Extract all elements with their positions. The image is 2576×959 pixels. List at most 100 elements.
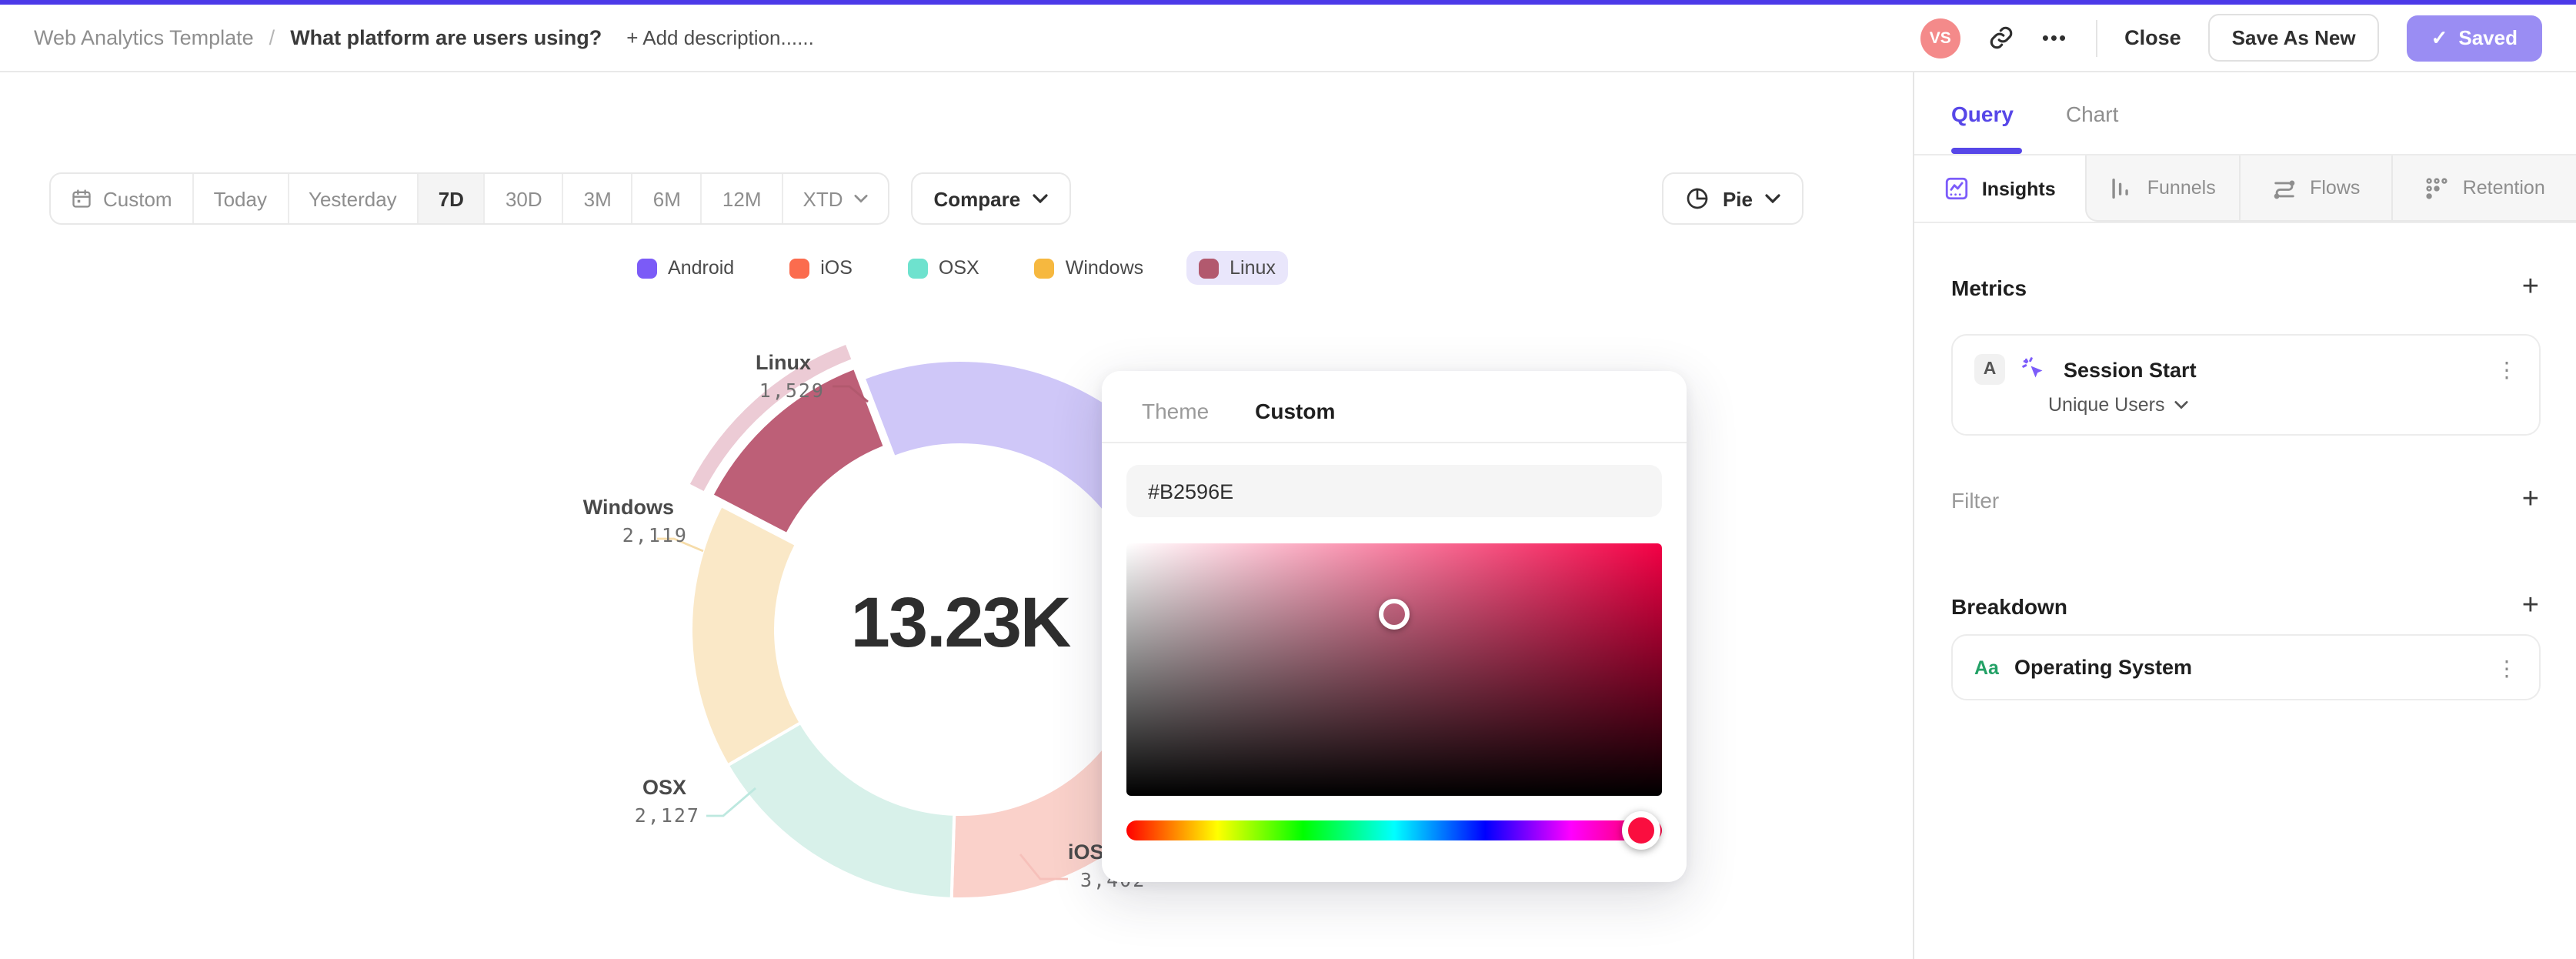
series-letter-badge: A [1974,354,2005,385]
save-as-new-button[interactable]: Save As New [2208,14,2379,62]
donut-total: 13.23K [850,582,1072,662]
page-title[interactable]: What platform are users using? [290,26,602,49]
add-filter-button[interactable]: + [2522,485,2539,514]
range-custom[interactable]: Custom [51,174,192,223]
compare-label: Compare [933,187,1021,210]
legend-label: Android [668,257,735,279]
chart-legend: Android iOS OSX Windows Linux [0,251,1913,285]
legend-label: iOS [820,257,853,279]
filter-header: Filter + [1914,485,2576,514]
legend-swatch [789,258,810,278]
filter-title: Filter [1951,487,2000,512]
hex-color-input[interactable]: #B2596E [1126,465,1662,517]
aggregation-label: Unique Users [2048,394,2165,416]
saturation-value-area[interactable] [1126,543,1662,796]
property-type-badge: Aa [1974,657,1999,678]
metric-event-name[interactable]: Session Start [2064,358,2197,381]
range-yesterday[interactable]: Yesterday [287,174,417,223]
range-today[interactable]: Today [192,174,287,223]
slice-label-windows: Windows 2,119 [516,494,688,550]
breakdown-kebab-icon[interactable]: ⋮ [2496,657,2518,678]
metrics-title: Metrics [1951,275,2027,299]
breakdown-property[interactable]: Operating System [2014,656,2192,679]
slice-label-name: OSX [642,776,686,799]
subtab-insights[interactable]: Insights [1914,155,2085,222]
chevron-down-icon [1033,194,1048,203]
event-click-icon [2022,357,2043,378]
analysis-type-tabs: Insights Funnels Flows Retention [1914,155,2576,223]
breakdown-card[interactable]: Aa Operating System ⋮ [1951,634,2541,700]
add-description-button[interactable]: + Add description...... [626,26,814,49]
picker-tab-theme[interactable]: Theme [1142,399,1209,423]
toolbar: Custom Today Yesterday 7D 30D 3M 6M 12M XTD Comp… [49,172,1913,225]
main-content: 13.23K Custom Today Yesterday 7D 30D 3M 6M 12M X… [0,72,1913,959]
range-xtd[interactable]: XTD [781,174,888,223]
metric-kebab-icon[interactable]: ⋮ [2496,359,2518,380]
legend-item-ios[interactable]: iOS [777,251,865,285]
check-icon: ✓ [2431,25,2448,48]
close-button[interactable]: Close [2124,26,2181,49]
breakdown-title: Breakdown [1951,593,2067,618]
slice-label-osx: OSX 2,127 [528,774,700,830]
subtab-retention[interactable]: Retention [2391,155,2576,222]
legend-swatch [1199,258,1220,278]
flows-icon [2271,175,2297,201]
share-link-icon[interactable] [1988,25,2014,51]
active-tab-underline [1951,148,2022,154]
chevron-down-icon [853,194,868,203]
sidebar-tabs: Query Chart [1914,72,2576,155]
subtab-funnels[interactable]: Funnels [2084,155,2238,222]
metrics-header: Metrics + [1914,272,2576,302]
retention-icon [2424,175,2451,201]
hue-slider-thumb[interactable] [1622,811,1660,850]
range-6m[interactable]: 6M [631,174,701,223]
chevron-down-icon [1765,194,1780,203]
insights-icon [1944,175,1970,202]
query-sidebar: Query Chart Insights Funnels Flows Retention… [1913,72,2576,959]
chart-type-button[interactable]: Pie [1662,172,1804,225]
metric-card[interactable]: A Session Start ⋮ Unique Users [1951,334,2541,436]
breadcrumb[interactable]: Web Analytics Template [34,26,254,49]
range-12m[interactable]: 12M [700,174,782,223]
sidebar-tab-chart[interactable]: Chart [2066,101,2118,125]
range-30d[interactable]: 30D [483,174,562,223]
subtab-flows[interactable]: Flows [2238,155,2392,222]
legend-item-android[interactable]: Android [625,251,746,285]
range-7d[interactable]: 7D [416,174,484,223]
header-actions: VS ••• Close Save As New ✓ Saved [1920,14,2542,62]
color-picker-popup: Theme Custom #B2596E [1102,371,1687,882]
header: Web Analytics Template / What platform a… [0,5,2576,72]
add-metric-button[interactable]: + [2522,272,2539,302]
slice-label-value: 2,119 [622,523,688,546]
slice-osx[interactable] [725,720,956,901]
aggregation-select[interactable]: Unique Users [1953,385,2539,434]
compare-button[interactable]: Compare [910,172,1072,225]
slice-label-linux: Linux 1,529 [671,349,825,405]
more-menu-icon[interactable]: ••• [2042,26,2067,49]
slice-label-value: 2,127 [634,804,700,827]
legend-swatch [1034,258,1055,278]
header-divider [2095,19,2097,56]
sidebar-tab-query[interactable]: Query [1951,101,2014,125]
calendar-icon [71,188,92,209]
breakdown-header: Breakdown + [1914,591,2576,620]
hue-slider[interactable] [1126,811,1662,850]
color-picker-cursor[interactable] [1379,599,1410,630]
legend-item-windows[interactable]: Windows [1023,251,1156,285]
legend-label: Windows [1065,257,1144,279]
chart-type-label: Pie [1722,187,1753,210]
saved-button[interactable]: ✓ Saved [2406,15,2542,61]
slice-label-name: Linux [756,351,811,374]
date-range-group: Custom Today Yesterday 7D 30D 3M 6M 12M XTD [49,172,889,225]
add-breakdown-button[interactable]: + [2522,591,2539,620]
picker-tab-custom[interactable]: Custom [1255,399,1335,423]
breakdown-row: Aa Operating System ⋮ [1953,636,2539,699]
range-3m[interactable]: 3M [562,174,632,223]
slice-label-value: 1,529 [759,379,825,402]
breadcrumb-separator: / [269,26,275,49]
avatar[interactable]: VS [1920,18,1960,58]
color-picker-tabs: Theme Custom [1102,371,1687,443]
legend-label: Linux [1230,257,1276,279]
legend-item-linux[interactable]: Linux [1186,251,1288,285]
legend-item-osx[interactable]: OSX [896,251,992,285]
